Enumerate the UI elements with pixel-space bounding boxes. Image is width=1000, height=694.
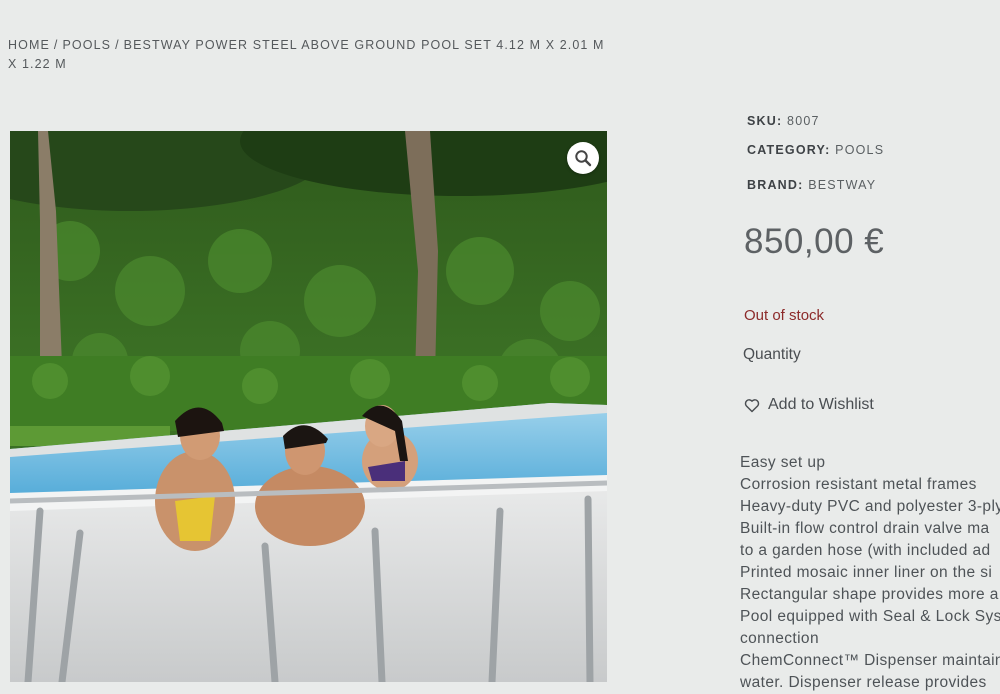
sku-value: 8007 [787, 114, 820, 128]
heart-icon [744, 398, 760, 412]
wishlist-label: Add to Wishlist [768, 396, 874, 413]
brand-row: BRAND: BESTWAY [747, 178, 876, 192]
zoom-button[interactable] [567, 142, 599, 174]
feature-list: Easy set up Corrosion resistant metal fr… [740, 452, 1000, 694]
feature-item: Corrosion resistant metal frames [740, 476, 977, 493]
magnifier-icon [575, 150, 592, 167]
feature-item: to a garden hose (with included ad [740, 542, 991, 559]
stock-status: Out of stock [744, 307, 825, 324]
category-link[interactable]: POOLS [835, 143, 884, 157]
feature-item: connection [740, 630, 819, 647]
feature-item: water. Dispenser release provides [740, 674, 987, 691]
brand-label: BRAND: [747, 178, 804, 192]
category-row: CATEGORY: POOLS [747, 143, 884, 157]
add-to-wishlist-link[interactable]: Add to Wishlist [744, 396, 874, 414]
sku-row: SKU: 8007 [747, 114, 820, 128]
breadcrumb-separator: / [115, 38, 120, 52]
feature-item: Easy set up [740, 454, 826, 471]
feature-item: Rectangular shape provides more a [740, 586, 999, 603]
feature-item: Built-in flow control drain valve ma [740, 520, 990, 537]
product-price: 850,00 € [744, 222, 885, 261]
feature-item: Pool equipped with Seal & Lock Sys [740, 608, 1000, 625]
breadcrumb: HOME / POOLS / BESTWAY POWER STEEL ABOVE GRO… [8, 36, 608, 74]
feature-item: Printed mosaic inner liner on the si [740, 564, 993, 581]
breadcrumb-separator: / [53, 38, 59, 52]
category-label: CATEGORY: [747, 143, 831, 157]
breadcrumb-home-link[interactable]: HOME [8, 38, 50, 52]
product-photo [10, 131, 607, 682]
feature-item: ChemConnect™ Dispenser maintain [740, 652, 1000, 669]
sku-label: SKU: [747, 114, 783, 128]
brand-link[interactable]: BESTWAY [808, 178, 876, 192]
feature-item: Heavy-duty PVC and polyester 3-ply [740, 498, 1000, 515]
product-image[interactable] [10, 131, 607, 682]
breadcrumb-pools-link[interactable]: POOLS [62, 38, 111, 52]
quantity-label: Quantity [743, 346, 801, 363]
